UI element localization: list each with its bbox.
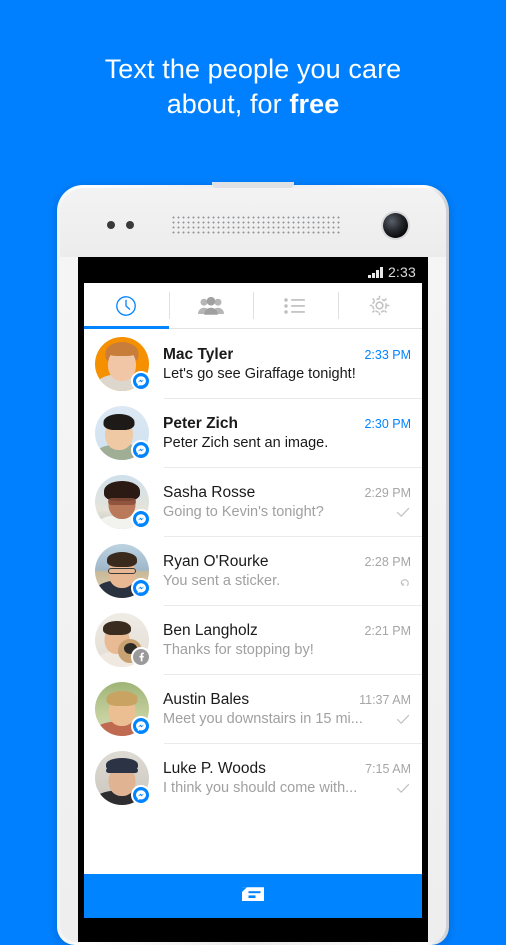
earpiece-speaker-grille [171,215,341,235]
facebook-badge-icon [131,646,151,667]
status-bar-clock: 2:33 [387,264,416,280]
avatar[interactable] [95,681,151,736]
avatar[interactable] [95,405,151,460]
new-message-button[interactable] [84,874,422,918]
table-row[interactable]: Peter Zich 2:30 PM Peter Zich sent an im… [84,398,422,467]
messenger-badge-icon [131,715,151,736]
timestamp: 2:33 PM [364,347,411,362]
contact-name: Austin Bales [163,690,250,708]
status-bar: 2:33 [84,261,422,283]
timestamp: 11:37 AM [359,692,411,707]
message-preview: Thanks for stopping by! [163,641,314,658]
avatar[interactable] [95,474,151,529]
tab-settings[interactable] [337,283,423,328]
table-row[interactable]: Luke P. Woods 7:15 AM I think you should… [84,743,422,812]
clock-icon [114,294,138,318]
tab-groups[interactable] [168,283,254,328]
headline-line-2: about, for free [0,87,506,122]
thread-text: Ryan O'Rourke 2:28 PM You sent a sticker… [163,553,411,589]
signal-bars-icon [368,266,383,278]
page-headline: Text the people you care about, for free [0,52,506,121]
phone-device: 2:33 Mac Tyler 2:33 PM Let's go see Gira… [57,182,449,945]
table-row[interactable]: Austin Bales 11:37 AM Meet you downstair… [84,674,422,743]
messenger-badge-icon [131,784,151,805]
table-row[interactable]: Ryan O'Rourke 2:28 PM You sent a sticker… [84,536,422,605]
tab-bar [84,283,422,329]
phone-top-bezel [60,188,446,257]
message-preview: You sent a sticker. [163,572,281,589]
thread-text: Sasha Rosse 2:29 PM Going to Kevin's ton… [163,484,411,520]
check-icon [395,711,411,727]
messenger-badge-icon [131,508,151,529]
thread-text: Peter Zich 2:30 PM Peter Zich sent an im… [163,415,411,451]
message-preview: Meet you downstairs in 15 mi... [163,710,363,727]
new-message-icon [240,884,266,909]
app-viewport: 2:33 Mac Tyler 2:33 PM Let's go see Gira… [84,261,422,918]
phone-body: 2:33 Mac Tyler 2:33 PM Let's go see Gira… [60,188,446,942]
headline-line-2-prefix: about, for [166,88,290,119]
tab-contacts[interactable] [253,283,338,328]
table-row[interactable]: Sasha Rosse 2:29 PM Going to Kevin's ton… [84,467,422,536]
avatar[interactable] [95,543,151,598]
check-icon [395,504,411,520]
table-row[interactable]: Mac Tyler 2:33 PM Let's go see Giraffage… [84,329,422,398]
people-icon [197,295,225,317]
avatar[interactable] [95,750,151,805]
timestamp: 2:28 PM [364,554,411,569]
message-preview: I think you should come with... [163,779,358,796]
light-sensor-icon [126,221,134,229]
gear-icon [367,293,392,318]
thread-text: Austin Bales 11:37 AM Meet you downstair… [163,691,411,727]
timestamp: 2:21 PM [364,623,411,638]
contact-name: Peter Zich [163,414,238,432]
reply-icon [395,573,411,589]
table-row[interactable]: Ben Langholz 2:21 PM Thanks for stopping… [84,605,422,674]
front-camera-icon [383,213,408,238]
contact-name: Sasha Rosse [163,483,256,501]
proximity-sensor-icon [107,221,115,229]
contact-name: Mac Tyler [163,345,234,363]
message-preview: Peter Zich sent an image. [163,434,329,451]
thread-text: Ben Langholz 2:21 PM Thanks for stopping… [163,622,411,658]
message-preview: Let's go see Giraffage tonight! [163,365,356,382]
messenger-badge-icon [131,577,151,598]
contact-name: Luke P. Woods [163,759,266,777]
avatar[interactable] [95,612,151,667]
message-preview: Going to Kevin's tonight? [163,503,324,520]
conversation-list: Mac Tyler 2:33 PM Let's go see Giraffage… [84,329,422,874]
contact-name: Ben Langholz [163,621,258,639]
contact-name: Ryan O'Rourke [163,552,269,570]
timestamp: 2:29 PM [364,485,411,500]
sensor-dots [107,221,134,229]
avatar[interactable] [95,336,151,391]
tab-recent[interactable] [84,283,169,329]
messenger-badge-icon [131,439,151,460]
headline-line-1: Text the people you care [104,54,402,84]
messenger-badge-icon [131,370,151,391]
thread-text: Mac Tyler 2:33 PM Let's go see Giraffage… [163,346,411,382]
headline-emphasis: free [289,88,340,119]
phone-screen: 2:33 Mac Tyler 2:33 PM Let's go see Gira… [78,257,428,942]
thread-text: Luke P. Woods 7:15 AM I think you should… [163,760,411,796]
list-icon [283,296,307,316]
timestamp: 2:30 PM [364,416,411,431]
check-icon [395,780,411,796]
timestamp: 7:15 AM [365,761,411,776]
